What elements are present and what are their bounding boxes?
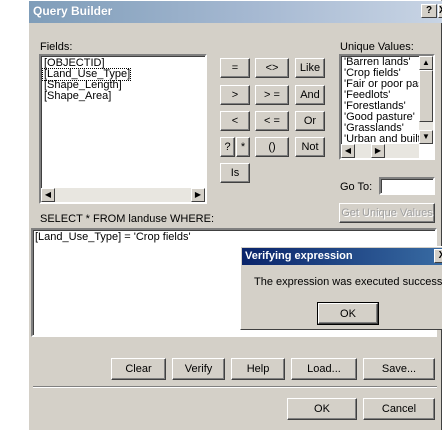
verify-message-dialog: Verifying expression X The expression wa… [240, 246, 442, 330]
message-title: Verifying expression [245, 250, 353, 262]
goto-label: Go To: [340, 181, 373, 193]
scroll-down-icon[interactable]: ▼ [419, 130, 433, 144]
is-button[interactable]: Is [220, 163, 250, 183]
fields-list[interactable]: [OBJECTID] [Land_Use_Type] [Shape_Length… [39, 54, 207, 204]
less-equal-button[interactable]: < = [255, 111, 289, 131]
parentheses-button[interactable]: () [255, 137, 289, 157]
greater-than-button[interactable]: > [220, 85, 250, 105]
message-close-button[interactable]: X [434, 249, 442, 263]
verify-button[interactable]: Verify [172, 358, 225, 380]
fields-label: Fields: [40, 41, 73, 53]
close-title-button[interactable]: X [438, 4, 442, 18]
message-ok-button[interactable]: OK [317, 302, 379, 325]
unique-values-horizontal-scrollbar[interactable]: ◀ ▶ [341, 144, 419, 158]
load-button[interactable]: Load... [291, 358, 357, 380]
scroll-thumb[interactable] [419, 70, 433, 122]
fields-horizontal-scrollbar[interactable]: ◀ ▶ [41, 188, 205, 202]
scroll-right-icon[interactable]: ▶ [191, 188, 205, 202]
unique-values-list[interactable]: 'Barren lands' 'Crop fields' 'Fair or po… [339, 54, 435, 160]
clear-button[interactable]: Clear [111, 358, 166, 380]
save-button[interactable]: Save... [363, 358, 435, 380]
message-text: The expression was executed successfully [254, 276, 442, 288]
single-wildcard-button[interactable]: ? [220, 137, 235, 157]
scroll-up-icon[interactable]: ▲ [419, 56, 433, 70]
goto-input[interactable] [379, 177, 435, 195]
equals-button[interactable]: = [220, 58, 250, 78]
and-button[interactable]: And [295, 85, 325, 105]
query-expression-text[interactable]: [Land_Use_Type] = 'Crop fields' [35, 231, 191, 243]
query-builder-window: Query Builder ? X Fields: [OBJECTID] [La… [28, 0, 442, 430]
scroll-left-icon[interactable]: ◀ [341, 144, 355, 158]
like-button[interactable]: Like [295, 58, 325, 78]
greater-equal-button[interactable]: > = [255, 85, 289, 105]
unique-values-vertical-scrollbar[interactable]: ▲ ▼ [419, 56, 433, 144]
or-button[interactable]: Or [295, 111, 325, 131]
separator [33, 386, 437, 388]
title-bar: Query Builder ? X [29, 1, 442, 23]
not-equal-button[interactable]: <> [255, 58, 289, 78]
help-button[interactable]: Help [231, 358, 285, 380]
field-item-shape-area[interactable]: [Shape_Area] [43, 91, 130, 102]
scroll-right-icon[interactable]: ▶ [371, 144, 385, 158]
not-button[interactable]: Not [295, 137, 325, 157]
cancel-button[interactable]: Cancel [363, 398, 435, 420]
scroll-left-icon[interactable]: ◀ [41, 188, 55, 202]
sql-prefix-label: SELECT * FROM landuse WHERE: [40, 213, 215, 225]
window-title: Query Builder [33, 4, 113, 18]
get-unique-values-button[interactable]: Get Unique Values [339, 203, 435, 223]
multi-wildcard-button[interactable]: * [236, 137, 250, 157]
less-than-button[interactable]: < [220, 111, 250, 131]
unique-values-label: Unique Values: [340, 41, 414, 53]
help-title-button[interactable]: ? [421, 4, 437, 18]
ok-button[interactable]: OK [287, 398, 357, 420]
message-title-bar: Verifying expression X [242, 248, 442, 265]
